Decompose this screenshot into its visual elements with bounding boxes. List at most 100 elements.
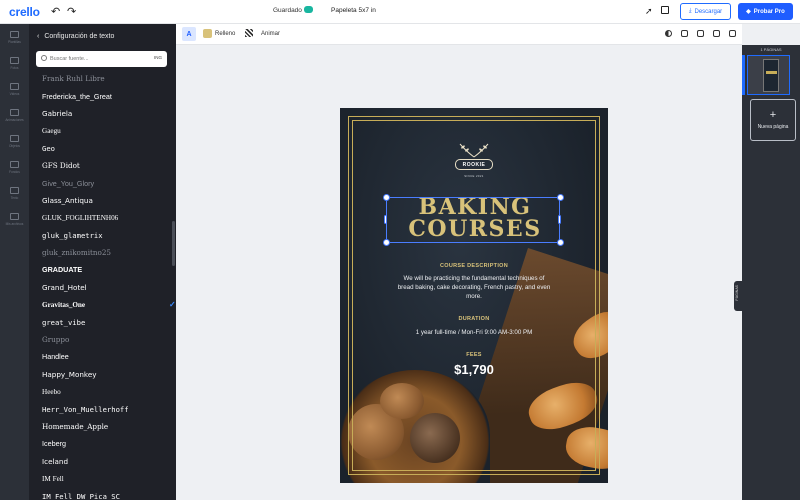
course-description-section[interactable]: COURSE DESCRIPTION We will be practicing… (380, 263, 568, 301)
resize-handle-left[interactable] (384, 215, 387, 224)
pages-count: 1 PÁGINAS (760, 47, 782, 52)
pages-panel: 1 PÁGINAS + Nueva página (742, 45, 800, 500)
chevron-left-icon[interactable]: ‹ (37, 33, 39, 40)
resize-handle-bottom-right[interactable] (557, 239, 564, 246)
course-description-title: COURSE DESCRIPTION (439, 263, 509, 269)
font-name: Gruppo (42, 335, 70, 345)
download-button[interactable]: ⤓ Descargar (680, 3, 731, 20)
font-list-item[interactable]: Glass_Antiqua (42, 192, 172, 209)
resize-handle-top-right[interactable] (557, 194, 564, 201)
selection-box[interactable] (386, 197, 560, 243)
try-pro-button[interactable]: ◆ Probar Pro (738, 3, 793, 20)
font-name: Gabriela (42, 108, 73, 118)
rail-item-text[interactable]: Texto (0, 184, 29, 206)
page-thumbnail[interactable] (747, 55, 790, 95)
rail-item-uploads[interactable]: Mis archivos (0, 210, 29, 232)
font-list-item[interactable]: Grand_Hotel (42, 279, 172, 296)
font-list-item[interactable]: GFS Didot (42, 157, 172, 174)
font-list-item[interactable]: Fredericka_the_Great (42, 87, 172, 104)
font-list-item[interactable]: Geo (42, 140, 172, 157)
font-list-item[interactable]: Gabriela (42, 105, 172, 122)
font-list-item[interactable]: Give_You_Glory (42, 174, 172, 191)
font-search-input[interactable] (50, 53, 145, 65)
poster-canvas[interactable]: ROOKIE SINCE 2021 BAKING COURSES COURSE … (340, 108, 608, 483)
document-title[interactable]: Papeleta 5x7 in (331, 7, 376, 14)
photo-icon (10, 57, 19, 64)
thumbnail-preview (763, 59, 779, 92)
rail-item-videos[interactable]: Videos (0, 80, 29, 102)
resize-handle-right[interactable] (558, 215, 561, 224)
app-logo[interactable]: crello (9, 5, 40, 19)
top-bar: crello ↶ ↷ Guardado Papeleta 5x7 in ➚ ⤓ … (0, 0, 800, 24)
resize-handle-bottom-left[interactable] (383, 239, 390, 246)
font-list-item[interactable]: IM Fell (42, 470, 172, 487)
pages-tab-label: PÁGINAS (735, 285, 739, 301)
font-list-item[interactable]: Gravitas_One ✓ (42, 296, 176, 313)
rail-label: Videos (9, 92, 20, 96)
font-name: GLUK_FOGLIHTENH06 (42, 213, 119, 222)
font-list-item[interactable]: Gaegu (42, 122, 172, 139)
animation-icon (10, 109, 19, 116)
resize-handle-top-left[interactable] (383, 194, 390, 201)
fill-color-swatch[interactable] (203, 29, 212, 38)
language-badge[interactable]: ING (154, 55, 162, 60)
left-icon-rail: Plantillas Fotos Videos Animaciones Obje… (0, 24, 29, 500)
font-name: Iceland (42, 456, 69, 466)
search-icon (41, 55, 47, 61)
font-list-item[interactable]: Handlee (42, 348, 172, 365)
redo-icon[interactable]: ↷ (67, 5, 76, 18)
resize-icon[interactable] (661, 6, 669, 14)
font-list-item[interactable]: great_vibe (42, 313, 172, 330)
font-search-box[interactable]: ING (36, 51, 167, 67)
toolbar-actions (665, 30, 736, 37)
rail-label: Plantillas (8, 40, 21, 44)
font-list-item[interactable]: gluk_znikomitno25 (42, 244, 172, 261)
rail-item-backgrounds[interactable]: Fondos (0, 158, 29, 180)
rail-item-photos[interactable]: Fotos (0, 54, 29, 76)
font-list-item[interactable]: Iceberg (42, 435, 172, 452)
font-list-item[interactable]: Happy_Monkey (42, 366, 172, 383)
font-list-item[interactable]: Frank Ruhl Libre (42, 70, 172, 87)
undo-icon[interactable]: ↶ (51, 5, 60, 18)
font-list-item[interactable]: IM_Fell_DW_Pica_SC (42, 487, 172, 500)
font-list-item[interactable]: Gruppo (42, 331, 172, 348)
rail-item-objects[interactable]: Objetos (0, 132, 29, 154)
font-list-scrollbar[interactable] (172, 221, 175, 266)
font-name: GFS Didot (42, 161, 80, 171)
rail-item-animations[interactable]: Animaciones (0, 106, 29, 128)
brand-since[interactable]: SINCE 2021 (454, 174, 494, 178)
duration-section[interactable]: DURATION 1 year full-time / Mon-Fri 9:00… (380, 316, 568, 337)
font-button[interactable]: A (182, 27, 196, 41)
font-list-item[interactable]: Herr_Von_Muellerhoff (42, 400, 172, 417)
font-name: Give_You_Glory (42, 178, 95, 188)
rail-item-templates[interactable]: Plantillas (0, 28, 29, 50)
layers-icon[interactable] (681, 30, 688, 37)
course-description-body: We will be practicing the fundamental te… (397, 275, 551, 300)
brand-badge[interactable]: ROOKIE (455, 159, 493, 170)
share-icon[interactable]: ➚ (645, 6, 653, 17)
fill-label[interactable]: Relleno (215, 31, 235, 37)
font-panel-header[interactable]: ‹ Configuración de texto (37, 33, 114, 40)
font-name: great_vibe (42, 317, 86, 327)
animate-label[interactable]: Animar (261, 31, 280, 37)
trash-icon[interactable] (729, 30, 736, 37)
lock-icon[interactable] (697, 30, 704, 37)
fees-value: $1,790 (454, 362, 494, 377)
wheat-logo-icon (459, 143, 489, 158)
transparency-icon[interactable] (665, 30, 672, 37)
pages-panel-toggle[interactable]: PÁGINAS (734, 281, 742, 311)
font-list-item[interactable]: gluk_glametrix (42, 227, 172, 244)
duplicate-icon[interactable] (713, 30, 720, 37)
font-list-item[interactable]: GRADUATE (42, 261, 172, 278)
new-page-button[interactable]: + Nueva página (750, 99, 796, 141)
font-list-item[interactable]: Iceland (42, 453, 172, 470)
try-pro-label: Probar Pro (753, 8, 785, 15)
rail-label: Fondos (9, 170, 20, 174)
font-list-item[interactable]: Heebo (42, 383, 172, 400)
animate-icon[interactable] (245, 29, 253, 37)
font-list-item[interactable]: Homemade_Apple (42, 418, 172, 435)
font-name: Iceberg (42, 439, 66, 449)
font-list-item[interactable]: GLUK_FOGLIHTENH06 (42, 209, 172, 226)
diamond-icon: ◆ (746, 9, 751, 15)
fees-section[interactable]: FEES $1,790 (380, 352, 568, 377)
